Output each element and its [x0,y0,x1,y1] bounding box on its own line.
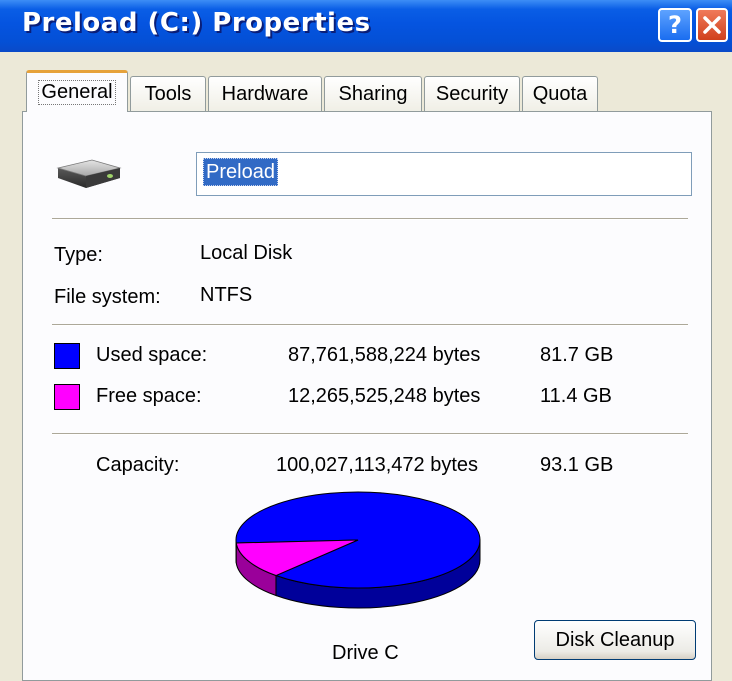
capacity-size: 93.1 GB [540,454,613,477]
close-button[interactable] [696,8,728,42]
free-space-swatch [54,384,80,410]
volume-name-input[interactable]: Preload [196,152,692,196]
used-space-bytes: 87,761,588,224 bytes [288,344,480,367]
tab-sharing[interactable]: Sharing [324,76,422,111]
divider [52,218,688,220]
tab-tools[interactable]: Tools [130,76,206,111]
drive-label: Drive C [332,642,399,665]
free-space-size: 11.4 GB [540,385,612,408]
disk-cleanup-label: Disk Cleanup [556,629,675,652]
volume-name-value: Preload [203,158,278,186]
type-label: Type: [54,244,103,267]
tab-label: Quota [533,83,587,106]
disk-usage-pie-chart [230,488,490,616]
type-value: Local Disk [200,242,292,265]
tab-label: Hardware [222,83,309,106]
file-system-value: NTFS [200,284,252,307]
capacity-label: Capacity: [96,454,179,477]
tab-label: Security [436,83,508,106]
free-space-label: Free space: [96,385,202,408]
divider [52,324,688,326]
tab-quota[interactable]: Quota [522,76,598,111]
close-icon [702,15,722,35]
help-icon: ? [668,11,682,39]
tab-security[interactable]: Security [424,76,520,111]
tab-label: General [38,80,115,105]
title-bar: Preload (C:) Properties ? [0,0,732,52]
divider [52,433,688,435]
tab-hardware[interactable]: Hardware [208,76,322,111]
file-system-label: File system: [54,286,161,309]
help-button[interactable]: ? [658,8,692,42]
used-space-size: 81.7 GB [540,344,613,367]
tab-general[interactable]: General [26,70,128,112]
tab-label: Tools [145,83,192,106]
disk-cleanup-button[interactable]: Disk Cleanup [534,620,696,660]
used-space-label: Used space: [96,344,207,367]
used-space-swatch [54,343,80,369]
tab-label: Sharing [339,83,408,106]
capacity-bytes: 100,027,113,472 bytes [276,454,478,477]
hard-drive-icon [52,156,124,192]
window-title: Preload (C:) Properties [22,8,371,38]
free-space-bytes: 12,265,525,248 bytes [288,385,480,408]
